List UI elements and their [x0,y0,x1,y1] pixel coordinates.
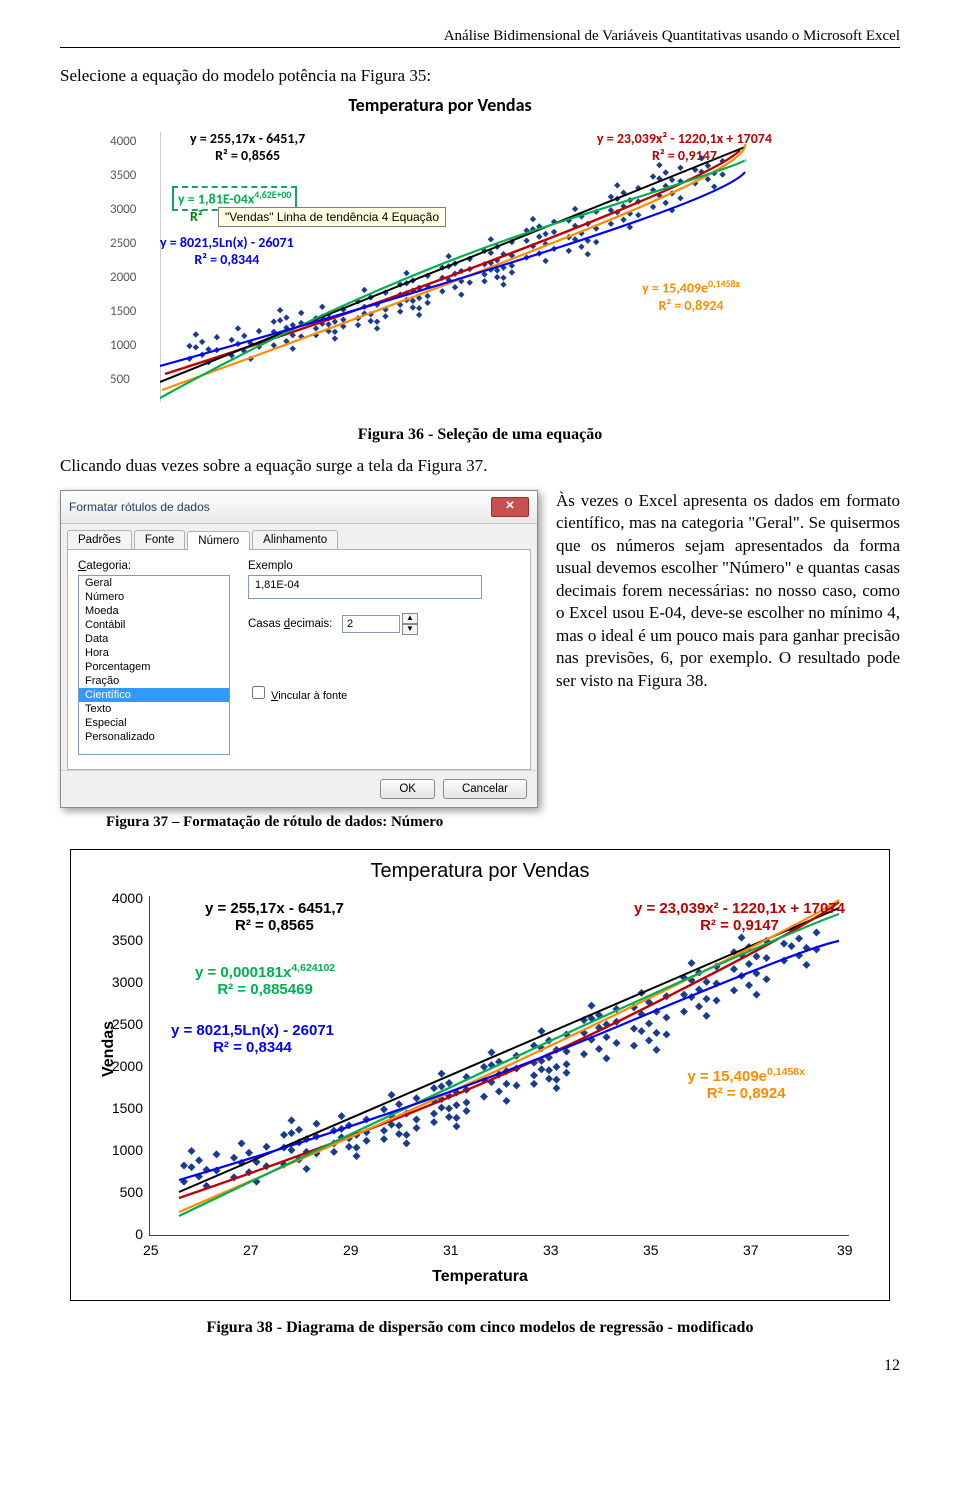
list-item[interactable]: Hora [79,646,229,660]
chart2-title: Temperatura por Vendas [85,860,875,883]
tab-fonte[interactable]: Fonte [134,530,185,549]
list-item[interactable]: Fração [79,674,229,688]
chart1-ytick: 1500 [110,304,136,319]
spin-down-icon[interactable]: ▼ [402,624,418,635]
chart1-ytick: 2000 [110,270,136,285]
chart2-ytick: 4000 [103,890,143,906]
list-item[interactable]: Especial [79,716,229,730]
example-value: 1,81E-04 [248,575,482,599]
chart1-tooltip: "Vendas" Linha de tendência 4 Equação [218,207,446,227]
chart1-ytick: 2500 [110,236,136,251]
figure-38-chart-box: Temperatura por Vendas Vendas 4000 3500 … [70,849,890,1301]
chart2-ytick: 3000 [103,974,143,990]
chart2-ytick: 3500 [103,932,143,948]
chart2-eqn-linear: y = 255,17x - 6451,7R² = 0,8565 [205,900,344,934]
chart1-ytick: 1000 [110,338,136,353]
chart1-eqn-poly: y = 23,039x² - 1220,1x + 17074R² = 0,914… [597,130,772,164]
category-label: Categoria: [78,560,230,572]
tab-alinhamento[interactable]: Alinhamento [252,530,338,549]
dialog-tabs: Padrões Fonte Número Alinhamento [61,524,537,549]
list-item[interactable]: Número [79,590,229,604]
intro-line: Selecione a equação do modelo potência n… [60,66,900,86]
list-item[interactable]: Contábil [79,618,229,632]
cancel-button[interactable]: Cancelar [443,779,527,799]
chart2-ytick: 2000 [103,1058,143,1074]
chart2-xlabel: Temperatura [85,1268,875,1286]
chart1-eqn-exp: y = 15,409e0,1458x R² = 0,8924 [642,278,740,314]
header-rule [60,47,900,48]
list-item[interactable]: Personalizado [79,730,229,744]
chart2-xtick: 27 [243,1242,259,1258]
link-source-checkbox[interactable] [252,686,265,699]
spin-up-icon[interactable]: ▲ [402,613,418,624]
chart2-xtick: 25 [143,1242,159,1258]
decimals-label: Casas decimais: [248,618,332,630]
close-icon[interactable]: ✕ [491,497,529,517]
chart2-ytick: 2500 [103,1016,143,1032]
decimals-input[interactable] [342,615,400,633]
chart2-ytick: 0 [103,1226,143,1242]
chart2-eqn-exp: y = 15,409e0,1458x R² = 0,8924 [687,1066,805,1102]
midline-text: Clicando duas vezes sobre a equação surg… [60,456,900,476]
format-data-labels-dialog: Formatar rótulos de dados ✕ Padrões Font… [60,490,538,808]
chart2-xtick: 35 [643,1242,659,1258]
list-item[interactable]: Texto [79,702,229,716]
figure-36-chart: Temperatura por Vendas 4000 3500 3000 25… [100,94,900,414]
chart1-eqn-power-r2: R² [190,208,203,225]
figure-36-caption: Figura 36 - Seleção de uma equação [60,426,900,444]
list-item[interactable]: Moeda [79,604,229,618]
category-listbox[interactable]: Geral Número Moeda Contábil Data Hora Po… [78,575,230,755]
chart2-xtick: 39 [837,1242,853,1258]
tab-numero[interactable]: Número [187,531,250,550]
chart2-eqn-power: y = 0,000181x4,624102 R² = 0,885469 [195,962,335,998]
running-header: Análise Bidimensional de Variáveis Quant… [60,28,900,45]
chart2-xtick: 29 [343,1242,359,1258]
dialog-title: Formatar rótulos de dados [69,500,210,514]
ok-button[interactable]: OK [380,779,435,799]
chart1-ytick: 500 [110,372,130,387]
chart2-xtick: 31 [443,1242,459,1258]
example-label: Exemplo [248,560,520,572]
link-source-label: Vincular à fonte [271,690,347,702]
chart1-ytick: 4000 [110,134,136,149]
chart2-xtick: 37 [743,1242,759,1258]
chart1-ytick: 3000 [110,202,136,217]
chart2-ytick: 1500 [103,1100,143,1116]
chart1-eqn-linear: y = 255,17x - 6451,7R² = 0,8565 [190,130,305,164]
chart2-eqn-poly: y = 23,039x² - 1220,1x + 17074R² = 0,914… [634,900,845,934]
chart2-ytick: 500 [103,1184,143,1200]
chart2-xtick: 33 [543,1242,559,1258]
chart2-ytick: 1000 [103,1142,143,1158]
tab-padroes[interactable]: Padrões [67,530,132,549]
figure-38-caption: Figura 38 - Diagrama de dispersão com ci… [60,1319,900,1337]
explanation-paragraph: Às vezes o Excel apresenta os dados em f… [556,490,900,692]
decimals-spinner[interactable]: ▲ ▼ [342,613,418,635]
list-item[interactable]: Data [79,632,229,646]
list-item[interactable]: Porcentagem [79,660,229,674]
page-number: 12 [60,1357,900,1375]
chart2-eqn-log: y = 8021,5Ln(x) - 26071R² = 0,8344 [171,1022,334,1056]
chart1-title: Temperatura por Vendas [100,94,780,116]
chart1-ytick: 3500 [110,168,136,183]
list-item-selected[interactable]: Científico [79,688,229,702]
chart1-eqn-log: y = 8021,5Ln(x) - 26071R² = 0,8344 [160,234,294,268]
list-item[interactable]: Geral [79,576,229,590]
figure-37-caption: Figura 37 – Formatação de rótulo de dado… [106,814,900,831]
